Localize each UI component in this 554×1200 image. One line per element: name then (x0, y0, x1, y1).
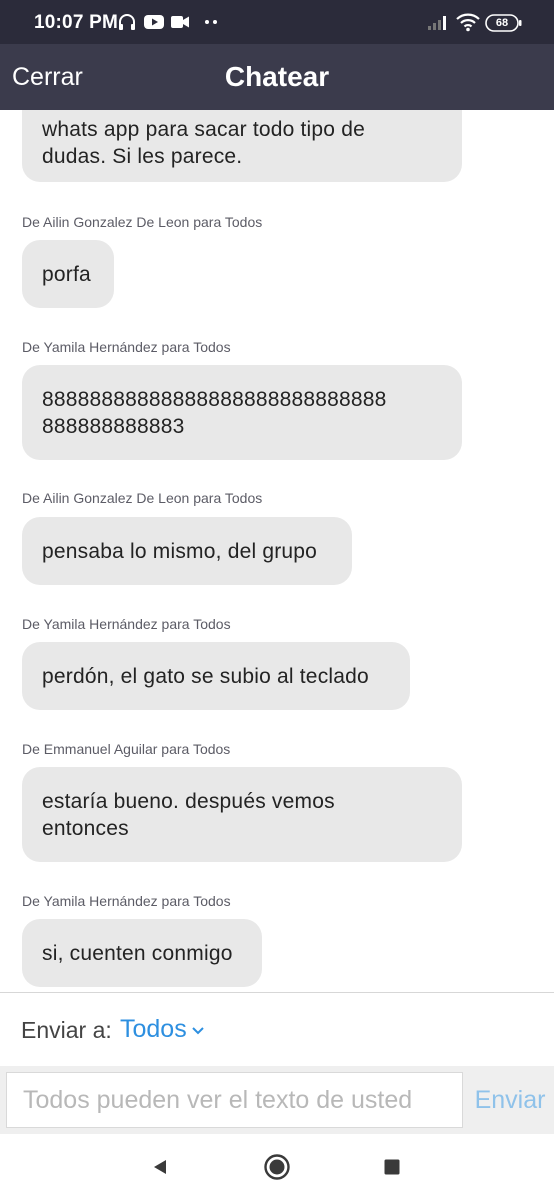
close-button[interactable]: Cerrar (12, 44, 83, 110)
message-line: 888888888883 (42, 414, 185, 438)
wifi-icon (455, 12, 481, 32)
message-sender: De Ailin Gonzalez De Leon para Todos (22, 214, 263, 230)
home-icon[interactable] (261, 1151, 293, 1183)
signal-icon (427, 12, 449, 32)
headphones-icon (117, 12, 137, 32)
message-line: entonces (42, 816, 129, 840)
status-bar: 10:07 PM 68 (0, 0, 554, 44)
message-sender: De Ailin Gonzalez De Leon para Todos (22, 490, 263, 506)
navigation-bar (0, 1134, 554, 1200)
back-icon[interactable] (144, 1151, 176, 1183)
message-bubble: porfa (22, 240, 114, 308)
composer: Enviar (0, 1066, 554, 1134)
message-line: 88888888888888888888888888888 (42, 387, 387, 411)
message-line: whats app para sacar todo tipo de (42, 118, 365, 141)
message-line: pensaba lo mismo, del grupo (42, 539, 318, 563)
chat-header: Chatear Cerrar (0, 44, 554, 110)
message-line: porfa (42, 262, 91, 286)
message-line: si, cuenten conmigo (42, 941, 233, 965)
send-to-row: Enviar a: Todos (0, 992, 554, 1066)
status-time: 10:07 PM (34, 12, 118, 33)
chevron-down-icon (192, 1026, 204, 1034)
recipient-dropdown[interactable]: Todos (120, 1015, 205, 1044)
battery-icon: 68 (485, 14, 523, 32)
message-bubble: si, cuenten conmigo (22, 919, 262, 987)
more-dots-icon (204, 12, 220, 32)
message-sender: De Yamila Hernández para Todos (22, 616, 231, 632)
send-to-label: Enviar a: (21, 1017, 112, 1043)
message-sender: De Yamila Hernández para Todos (22, 893, 231, 909)
message-line: perdón, el gato se subio al teclado (42, 664, 369, 688)
message-bubble: whats app para sacar todo tipo de dudas.… (22, 110, 462, 182)
page-title: Chatear (224, 61, 330, 92)
message-bubble: pensaba lo mismo, del grupo (22, 517, 352, 585)
message-bubble: perdón, el gato se subio al teclado (22, 642, 410, 710)
message-sender: De Emmanuel Aguilar para Todos (22, 741, 231, 757)
message-line: dudas. Si les parece. (42, 145, 243, 168)
chat-message-list[interactable]: whats app para sacar todo tipo de dudas.… (0, 110, 554, 992)
send-button[interactable]: Enviar (472, 1072, 548, 1128)
message-bubble: 88888888888888888888888888888 8888888888… (22, 365, 462, 460)
recents-icon[interactable] (376, 1151, 408, 1183)
message-line: estaría bueno. después vemos (42, 789, 335, 813)
youtube-icon (143, 12, 165, 32)
message-sender: De Yamila Hernández para Todos (22, 339, 231, 355)
message-input[interactable] (6, 1072, 463, 1128)
message-bubble: estaría bueno. después vemos entonces (22, 767, 462, 862)
battery-level: 68 (495, 17, 509, 29)
video-camera-icon (170, 12, 190, 32)
recipient-value: Todos (120, 1015, 187, 1043)
